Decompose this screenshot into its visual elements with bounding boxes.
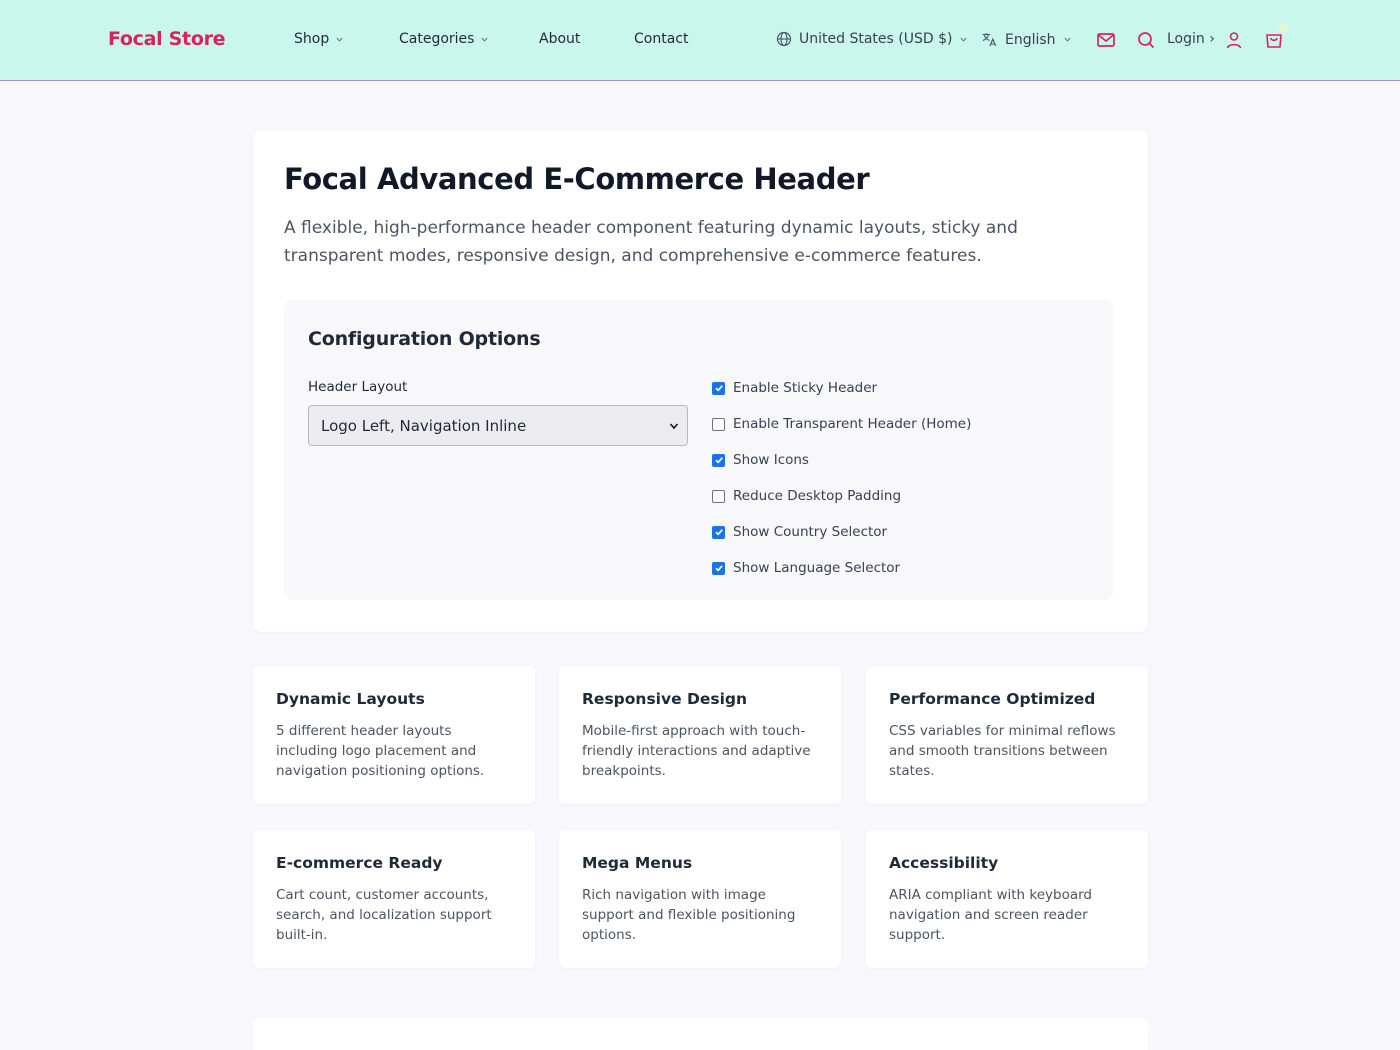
language-selector[interactable]: English (981, 31, 1072, 48)
feature-text: CSS variables for minimal reflows and sm… (889, 723, 1116, 779)
feature-card: Accessibility ARIA compliant with keyboa… (866, 830, 1148, 968)
translate-icon (982, 33, 997, 47)
feature-title: Mega Menus (582, 854, 693, 872)
feature-text: Mobile-first approach with touch-friendl… (582, 723, 811, 779)
user-icon[interactable] (1224, 30, 1244, 50)
country-selector[interactable]: United States (USD $) (776, 31, 968, 47)
feature-card: Responsive Design Mobile-first approach … (559, 666, 841, 804)
checkbox[interactable] (712, 417, 725, 431)
option-label: Enable Sticky Header (733, 380, 878, 396)
option-reduce-padding[interactable]: Reduce Desktop Padding (712, 488, 901, 504)
header-layout-value: Logo Left, Navigation Inline (321, 416, 527, 435)
chevron-down-icon (669, 423, 679, 430)
option-language-selector[interactable]: Show Language Selector (712, 560, 900, 576)
page-description: A flexible, high-performance header comp… (284, 218, 1018, 266)
feature-title: Performance Optimized (889, 690, 1096, 708)
next-section-card (253, 1018, 1148, 1050)
chevron-down-icon (481, 37, 489, 42)
nav-categories-label: Categories (399, 31, 475, 47)
option-country-selector[interactable]: Show Country Selector (712, 524, 887, 540)
nav-contact-label: Contact (634, 31, 689, 47)
feature-text: 5 different header layouts including log… (276, 723, 485, 779)
option-transparent-header[interactable]: Enable Transparent Header (Home) (712, 416, 971, 432)
checkmark-icon (714, 385, 723, 392)
feature-text: Cart count, customer accounts, search, a… (276, 887, 492, 943)
feature-title: Responsive Design (582, 690, 748, 708)
chevron-down-icon (1063, 37, 1071, 42)
globe-icon (776, 31, 792, 47)
feature-title: Dynamic Layouts (276, 690, 425, 708)
checkbox[interactable] (712, 561, 725, 575)
page-title: Focal Advanced E-Commerce Header (284, 162, 870, 196)
cart-icon[interactable] (1264, 30, 1284, 50)
option-sticky-header[interactable]: Enable Sticky Header (712, 380, 877, 396)
nav-about-label: About (539, 31, 581, 47)
checkbox[interactable] (712, 489, 725, 503)
configuration-panel: Configuration Options Header Layout Logo… (284, 300, 1113, 600)
option-label: Show Icons (733, 452, 809, 468)
country-label: United States (USD $) (799, 31, 953, 47)
nav-shop-label: Shop (294, 31, 330, 47)
header-layout-label: Header Layout (308, 379, 408, 395)
checkbox[interactable] (712, 381, 725, 395)
site-header: Focal Store Shop Categories About Contac… (0, 0, 1400, 81)
checkmark-icon (714, 457, 723, 464)
header-layout-select[interactable]: Logo Left, Navigation Inline (308, 405, 688, 446)
intro-card: Focal Advanced E-Commerce Header A flexi… (253, 130, 1148, 632)
option-label: Reduce Desktop Padding (733, 488, 902, 504)
feature-card: Mega Menus Rich navigation with image su… (559, 830, 841, 968)
feature-card: Performance Optimized CSS variables for … (866, 666, 1148, 804)
feature-text: Rich navigation with image support and f… (582, 887, 796, 943)
chevron-down-icon (960, 37, 968, 42)
nav-contact[interactable]: Contact (634, 31, 688, 47)
nav-categories[interactable]: Categories (399, 31, 489, 47)
chevron-down-icon (336, 37, 343, 42)
nav-about[interactable]: About (539, 31, 580, 47)
mail-icon[interactable] (1096, 30, 1116, 50)
checkbox[interactable] (712, 525, 725, 539)
option-show-icons[interactable]: Show Icons (712, 452, 809, 468)
option-label: Show Language Selector (733, 560, 901, 576)
config-title: Configuration Options (308, 328, 541, 350)
option-label: Enable Transparent Header (Home) (733, 416, 972, 432)
checkmark-icon (714, 565, 723, 572)
login-link[interactable]: Login › (1167, 31, 1215, 47)
option-label: Show Country Selector (733, 524, 888, 540)
checkmark-icon (714, 529, 723, 536)
feature-text: ARIA compliant with keyboard navigation … (889, 887, 1092, 943)
language-label: English (1005, 31, 1056, 48)
feature-title: Accessibility (889, 854, 999, 872)
feature-title: E-commerce Ready (276, 854, 443, 872)
feature-card: E-commerce Ready Cart count, customer ac… (253, 830, 535, 968)
checkbox[interactable] (712, 453, 725, 467)
search-icon[interactable] (1136, 30, 1156, 50)
store-logo[interactable]: Focal Store (108, 28, 226, 50)
feature-card: Dynamic Layouts 5 different header layou… (253, 666, 535, 804)
cart-count-badge (1278, 23, 1288, 33)
nav-shop[interactable]: Shop (294, 31, 344, 47)
